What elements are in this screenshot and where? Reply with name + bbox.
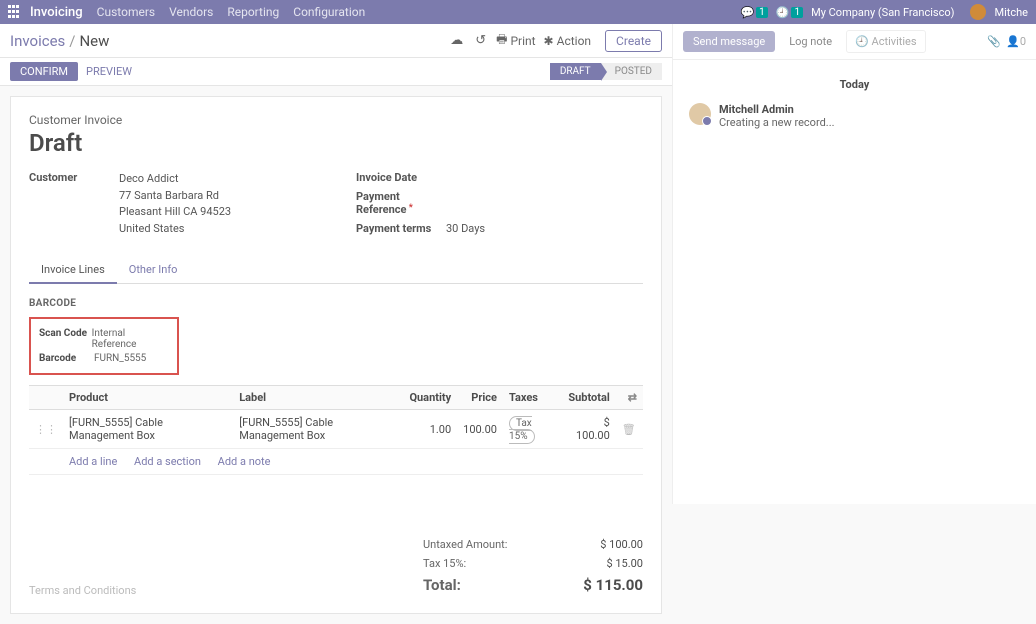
- confirm-button[interactable]: CONFIRM: [10, 62, 78, 81]
- doc-title: Draft: [29, 129, 643, 157]
- apps-icon[interactable]: [8, 5, 22, 19]
- nav-configuration[interactable]: Configuration: [293, 5, 365, 19]
- activities-button[interactable]: 🕘 Activities: [846, 30, 925, 53]
- cell-product[interactable]: [FURN_5555] Cable Management Box: [63, 410, 233, 449]
- barcode-section-title: BARCODE: [29, 298, 643, 309]
- columns-toggle-icon[interactable]: ⇄: [628, 391, 637, 404]
- scan-code-label: Scan Code: [39, 328, 92, 350]
- breadcrumb: Invoices/New: [10, 32, 109, 50]
- message-body: Creating a new record...: [719, 116, 835, 129]
- top-nav: Invoicing Customers Vendors Reporting Co…: [0, 0, 1036, 24]
- print-button[interactable]: 🖶 Print: [496, 30, 535, 51]
- col-label: Label: [233, 386, 403, 410]
- cell-label[interactable]: [FURN_5555] Cable Management Box: [233, 410, 403, 449]
- col-subtotal: Subtotal: [561, 386, 616, 410]
- scan-code-value[interactable]: Internal Reference: [92, 328, 169, 350]
- control-bar: Invoices/New ☁ ↺ 🖶 Print ✱ Action Create: [0, 24, 672, 58]
- barcode-value[interactable]: FURN_5555: [94, 353, 146, 364]
- status-bar: CONFIRM PREVIEW DRAFT POSTED: [0, 58, 672, 86]
- tab-other-info[interactable]: Other Info: [117, 257, 190, 283]
- chatter-message: Mitchell Admin Creating a new record...: [689, 103, 1020, 129]
- cell-price[interactable]: 100.00: [457, 410, 503, 449]
- status-draft[interactable]: DRAFT: [550, 63, 601, 80]
- cell-subtotal: $ 100.00: [561, 410, 616, 449]
- total-label: Total:: [423, 576, 461, 594]
- drag-handle-icon[interactable]: ⋮⋮: [35, 423, 57, 436]
- chatter: Send message Log note 🕘 Activities 📎 👤0 …: [672, 24, 1036, 504]
- tax-value: $ 15.00: [606, 557, 643, 570]
- status-posted[interactable]: POSTED: [601, 63, 662, 80]
- cell-tax[interactable]: Tax 15%: [503, 410, 561, 449]
- company-switcher[interactable]: My Company (San Francisco): [811, 6, 954, 19]
- doc-type: Customer Invoice: [29, 113, 643, 127]
- user-name[interactable]: Mitche: [994, 6, 1028, 19]
- cell-qty[interactable]: 1.00: [403, 410, 457, 449]
- message-avatar: [689, 103, 711, 125]
- terms-placeholder[interactable]: Terms and Conditions: [29, 584, 136, 597]
- col-product: Product: [63, 386, 233, 410]
- untaxed-label: Untaxed Amount:: [423, 538, 507, 551]
- customer-value[interactable]: Deco Addict 77 Santa Barbara Rd Pleasant…: [119, 171, 231, 237]
- nav-vendors[interactable]: Vendors: [169, 5, 213, 19]
- tab-invoice-lines[interactable]: Invoice Lines: [29, 257, 117, 284]
- cloud-download-icon[interactable]: ☁: [450, 33, 463, 48]
- undo-icon[interactable]: ↺: [475, 33, 486, 48]
- message-author: Mitchell Admin: [719, 103, 835, 116]
- user-avatar[interactable]: [970, 4, 986, 20]
- add-section-link[interactable]: Add a section: [134, 455, 201, 468]
- totals: Untaxed Amount:$ 100.00 Tax 15%:$ 15.00 …: [423, 535, 643, 597]
- payment-terms-value[interactable]: 30 Days: [446, 222, 485, 235]
- col-quantity: Quantity: [403, 386, 457, 410]
- invoice-lines-table: Product Label Quantity Price Taxes Subto…: [29, 385, 643, 475]
- messages-indicator[interactable]: 💬1: [740, 6, 767, 19]
- preview-button[interactable]: PREVIEW: [86, 65, 132, 78]
- delete-row-icon[interactable]: 🗑: [622, 423, 636, 436]
- untaxed-value: $ 100.00: [600, 538, 643, 551]
- tabs: Invoice Lines Other Info: [29, 257, 643, 284]
- payment-ref-label: Payment Reference: [356, 190, 446, 216]
- tax-label: Tax 15%:: [423, 557, 466, 570]
- nav-reporting[interactable]: Reporting: [227, 5, 279, 19]
- attachment-icon[interactable]: 📎: [987, 35, 1001, 48]
- table-row[interactable]: ⋮⋮ [FURN_5555] Cable Management Box [FUR…: [29, 410, 643, 449]
- col-price: Price: [457, 386, 503, 410]
- col-taxes: Taxes: [503, 386, 561, 410]
- add-note-link[interactable]: Add a note: [218, 455, 271, 468]
- create-button[interactable]: Create: [605, 30, 662, 52]
- log-note-button[interactable]: Log note: [781, 31, 840, 52]
- form-sheet: Customer Invoice Draft Customer Deco Add…: [10, 96, 662, 614]
- send-message-button[interactable]: Send message: [683, 31, 775, 52]
- nav-customers[interactable]: Customers: [97, 5, 155, 19]
- barcode-label: Barcode: [39, 353, 94, 364]
- breadcrumb-root[interactable]: Invoices: [10, 32, 65, 50]
- barcode-box: Scan CodeInternal Reference BarcodeFURN_…: [29, 317, 179, 375]
- chatter-date-separator: Today: [689, 78, 1020, 91]
- total-value: $ 115.00: [583, 576, 643, 594]
- add-line-link[interactable]: Add a line: [69, 455, 117, 468]
- app-brand[interactable]: Invoicing: [30, 5, 83, 20]
- customer-label: Customer: [29, 171, 119, 237]
- activity-indicator[interactable]: 🕘1: [776, 6, 803, 19]
- payment-terms-label: Payment terms: [356, 222, 446, 235]
- invoice-date-label: Invoice Date: [356, 171, 446, 184]
- followers-count[interactable]: 👤0: [1001, 35, 1026, 48]
- action-button[interactable]: ✱ Action: [544, 34, 592, 48]
- breadcrumb-current: New: [79, 32, 109, 50]
